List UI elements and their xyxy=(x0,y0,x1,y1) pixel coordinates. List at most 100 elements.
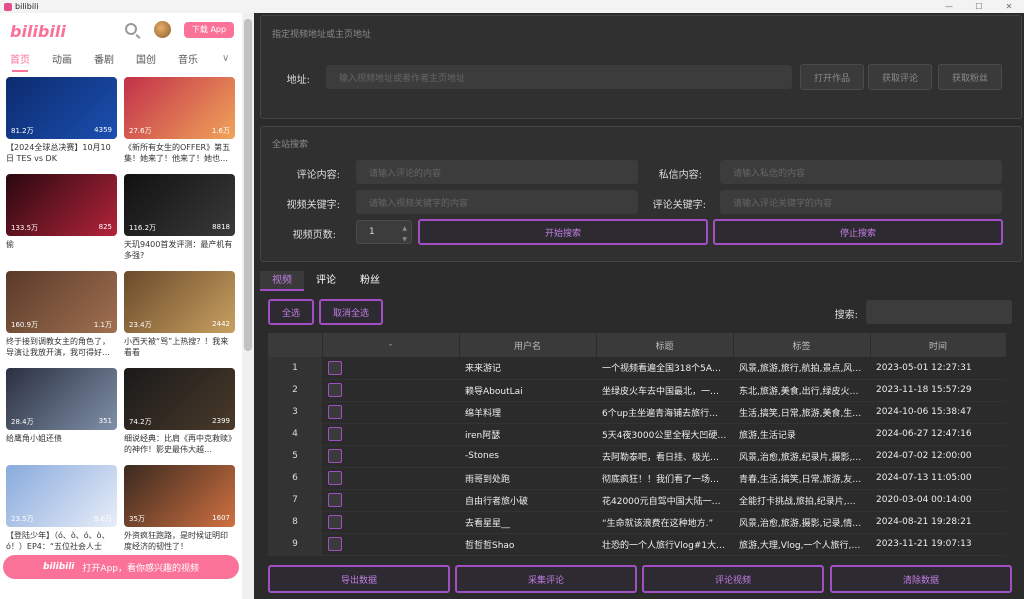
table-row[interactable]: 2 赖导AboutLai 坐绿皮火车去中国最北，一… 东北,旅游,美食,出行,绿皮火…… xyxy=(268,379,1006,402)
stop-search-button[interactable]: 停止搜索 xyxy=(713,219,1003,245)
scrollbar[interactable] xyxy=(242,13,254,599)
video-card[interactable]: 74.2万 2399 细说经典：比肩《再中克救赎》的神作！影史最伟大越… xyxy=(124,368,235,455)
comment-content-input[interactable]: 请输入评论的内容 xyxy=(356,160,638,184)
cell-title: 花42000元自驾中国大陆一… xyxy=(596,489,733,512)
video-thumbnail[interactable]: 28.4万 351 xyxy=(6,368,117,430)
get-fans-button[interactable]: 获取粉丝 xyxy=(938,64,1002,90)
cell-tags: 全能打卡挑战,旅拍,纪录片,… xyxy=(733,489,870,512)
cell-username: 绵羊料理 xyxy=(459,401,596,424)
table-search-input[interactable] xyxy=(866,300,1012,324)
download-app-button[interactable]: 下载 App xyxy=(184,22,234,38)
address-input[interactable]: 输入视频地址或者作者主页地址 xyxy=(326,65,792,89)
video-title[interactable]: 终于接到调教女主的角色了，导演让我放开演，我可得好… xyxy=(6,336,117,358)
video-thumbnail[interactable]: 160.9万 1.1万 xyxy=(6,271,117,333)
tab-music[interactable]: 音乐 xyxy=(178,51,210,73)
column-header[interactable]: 标题 xyxy=(596,333,734,357)
bilibili-logo-small: bilibili xyxy=(43,562,75,572)
video-thumbnail[interactable]: 116.2万 8818 xyxy=(124,174,235,236)
video-title[interactable]: 给鹰角小姐还债 xyxy=(6,433,117,455)
collect-comments-button[interactable]: 采集评论 xyxy=(455,565,637,593)
cell-tags: 旅游,生活记录 xyxy=(733,423,870,446)
video-thumbnail[interactable]: 23.4万 2442 xyxy=(124,271,235,333)
table-row[interactable]: 8 去看星星__ “生命就该浪费在这种地方.” 风景,治愈,旅游,摄影,记录,情… 20… xyxy=(268,511,1006,534)
video-card[interactable]: 81.2万 4359 【2024全球总决赛】10月10日 TES vs DK xyxy=(6,77,117,164)
video-thumbnail[interactable]: 81.2万 4359 xyxy=(6,77,117,139)
video-thumbnail[interactable]: 27.6万 1.6万 xyxy=(124,77,235,139)
column-header[interactable]: 标签 xyxy=(733,333,871,357)
tab-anime[interactable]: 动画 xyxy=(52,51,84,73)
row-checkbox[interactable] xyxy=(328,515,342,529)
minimize-button[interactable]: — xyxy=(934,2,964,11)
video-title[interactable]: 外资疯狂跑路，是时候证明印度经济的韧性了！ xyxy=(124,530,235,552)
video-stats: 133.5万 825 xyxy=(11,223,112,233)
video-card[interactable]: 23.5万 9.6万【登陆少年】（ó、ò、ó、ò、ó！）EP4：“五位社会人士的… xyxy=(6,465,117,552)
tab-bangumi[interactable]: 番剧 xyxy=(94,51,126,73)
comment-keyword-input[interactable]: 请输入评论关键字的内容 xyxy=(720,190,1002,214)
video-card[interactable]: 28.4万 351 给鹰角小姐还债 xyxy=(6,368,117,455)
video-title[interactable]: 偷 xyxy=(6,239,117,261)
column-header[interactable]: 时间 xyxy=(870,333,1007,357)
tab-videos[interactable]: 视频 xyxy=(260,271,304,291)
open-app-banner[interactable]: bilibili 打开App，看你感兴趣的视频 xyxy=(3,555,239,579)
row-checkbox[interactable] xyxy=(328,427,342,441)
table-row[interactable]: 4 iren阿瑟 5天4夜3000公里全程大凹硬… 旅游,生活记录 2024-06-27… xyxy=(268,423,1006,446)
video-card[interactable]: 116.2万 8818 天玑9400首发评测：最产机有多强? xyxy=(124,174,235,261)
video-card[interactable]: 133.5万 825 偷 xyxy=(6,174,117,261)
video-card[interactable]: 35万 1607 外资疯狂跑路，是时候证明印度经济的韧性了！ xyxy=(124,465,235,552)
row-checkbox[interactable] xyxy=(328,405,342,419)
comment-video-button[interactable]: 评论视频 xyxy=(642,565,824,593)
table-row[interactable]: 7 自由行者旅小破 花42000元自驾中国大陆一… 全能打卡挑战,旅拍,纪录片,… 20… xyxy=(268,489,1006,512)
video-card[interactable]: 160.9万 1.1万终于接到调教女主的角色了，导演让我放开演，我可得好… xyxy=(6,271,117,358)
open-work-button[interactable]: 打开作品 xyxy=(800,64,864,90)
select-all-button[interactable]: 全选 xyxy=(268,299,314,325)
row-checkbox[interactable] xyxy=(328,383,342,397)
video-thumbnail[interactable]: 35万 1607 xyxy=(124,465,235,527)
column-header[interactable]: 用户名 xyxy=(459,333,597,357)
get-comments-button[interactable]: 获取评论 xyxy=(868,64,932,90)
cell-time: 2023-11-21 19:07:13 xyxy=(870,533,1006,556)
video-title[interactable]: 小西天被“骂”上热搜？！我来看看 xyxy=(124,336,235,358)
video-card[interactable]: 23.4万 2442 小西天被“骂”上热搜？！我来看看 xyxy=(124,271,235,358)
close-button[interactable]: ✕ xyxy=(994,2,1024,11)
video-title[interactable]: 【登陆少年】（ó、ò、ó、ò、ó！）EP4：“五位社会人士的… xyxy=(6,530,117,552)
search-icon[interactable] xyxy=(125,23,137,35)
row-number: 1 xyxy=(268,357,322,380)
table-row[interactable]: 6 雨哥到处跑 彻底疯狂！！我们看了一场… 青春,生活,搞笑,日常,旅游,友… 2024… xyxy=(268,467,1006,490)
deselect-all-button[interactable]: 取消全选 xyxy=(319,299,383,325)
row-checkbox[interactable] xyxy=(328,471,342,485)
row-checkbox[interactable] xyxy=(328,360,342,375)
video-thumbnail[interactable]: 23.5万 9.6万 xyxy=(6,465,117,527)
window-titlebar: bilibili — ☐ ✕ xyxy=(0,0,1024,13)
video-title[interactable]: 细说经典：比肩《再中克救赎》的神作！影史最伟大越… xyxy=(124,433,235,455)
video-title[interactable]: 天玑9400首发评测：最产机有多强? xyxy=(124,239,235,261)
tab-comments[interactable]: 评论 xyxy=(304,271,348,291)
scrollbar-thumb[interactable] xyxy=(244,19,252,351)
table-row[interactable]: 9 哲哲哲Shao 壮恐的一个人旅行Vlog#1大… 旅游,大理,Vlog,一个人旅行… xyxy=(268,533,1006,556)
spinbox-arrows-icon[interactable]: ▲ ▼ xyxy=(402,223,407,245)
row-checkbox[interactable] xyxy=(328,493,342,507)
bilibili-logo[interactable]: bilibili xyxy=(10,22,66,41)
video-thumbnail[interactable]: 133.5万 825 xyxy=(6,174,117,236)
export-data-button[interactable]: 导出数据 xyxy=(268,565,450,593)
dm-content-input[interactable]: 请输入私信的内容 xyxy=(720,160,1002,184)
tab-fans[interactable]: 粉丝 xyxy=(348,271,392,291)
video-thumbnail[interactable]: 74.2万 2399 xyxy=(124,368,235,430)
chevron-down-icon[interactable]: ∨ xyxy=(222,53,229,64)
maximize-button[interactable]: ☐ xyxy=(964,2,994,11)
column-header[interactable]: - xyxy=(322,333,460,357)
view-count: 28.4万 xyxy=(11,418,34,426)
video-title[interactable]: 【2024全球总决赛】10月10日 TES vs DK xyxy=(6,142,117,164)
tab-guochuang[interactable]: 国创 xyxy=(136,51,168,73)
start-search-button[interactable]: 开始搜索 xyxy=(418,219,708,245)
video-keyword-input[interactable]: 请输入视频关键字的内容 xyxy=(356,190,638,214)
row-checkbox[interactable] xyxy=(328,537,342,551)
table-row[interactable]: 5 -Stones 去阿勒泰吧，看日挂、极光… 风景,治愈,旅游,纪录片,摄影,… 20… xyxy=(268,445,1006,468)
row-checkbox[interactable] xyxy=(328,449,342,463)
video-card[interactable]: 27.6万 1.6万《新所有女生的OFFER》第五集！她来了！他来了！她也… xyxy=(124,77,235,164)
table-row[interactable]: 1 来来游记 一个视频看遍全国318个5A… 风景,旅游,旅行,航拍,景点,风… 202… xyxy=(268,357,1006,380)
clear-data-button[interactable]: 清除数据 xyxy=(830,565,1012,593)
video-pages-spinbox[interactable]: 1 ▲ ▼ xyxy=(356,220,412,244)
video-title[interactable]: 《新所有女生的OFFER》第五集！她来了！他来了！她也… xyxy=(124,142,235,164)
avatar[interactable] xyxy=(154,21,171,38)
table-row[interactable]: 3 绵羊料理 6个up主坐遍青海铺去旅行… 生活,搞笑,日常,旅游,美食,生… 2024… xyxy=(268,401,1006,424)
